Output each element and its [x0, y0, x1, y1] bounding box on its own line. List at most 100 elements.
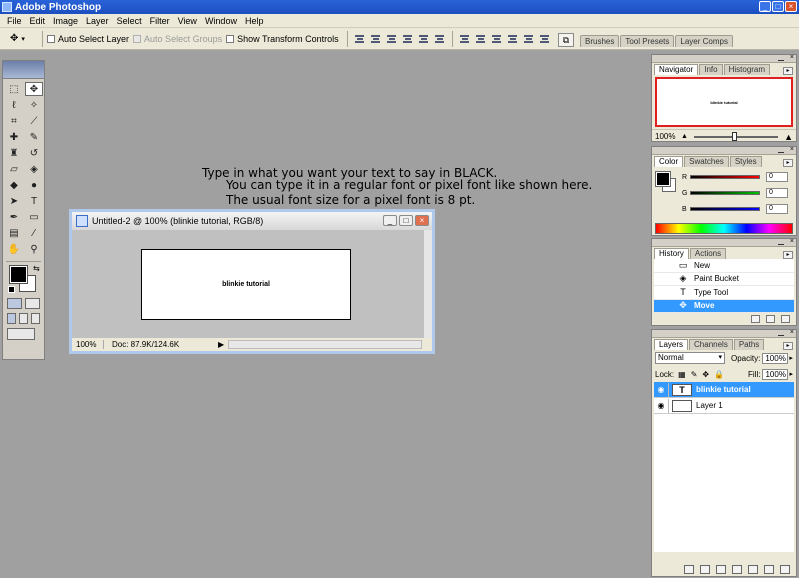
history-brush-tool-icon[interactable]: ↺ [25, 146, 43, 160]
fill-field[interactable]: 100% [762, 368, 789, 380]
layer-style-icon[interactable] [700, 565, 710, 574]
clone-stamp-tool-icon[interactable]: ♜ [5, 146, 23, 160]
align-top-edges-icon[interactable] [354, 33, 366, 45]
new-snapshot-icon[interactable] [766, 314, 775, 323]
swap-colors-icon[interactable]: ⇆ [33, 264, 40, 273]
doc-minimize-button[interactable]: _ [383, 215, 397, 226]
red-channel-slider[interactable] [690, 175, 760, 179]
tab-actions[interactable]: Actions [689, 248, 727, 259]
lock-all-icon[interactable]: 🔒 [714, 370, 724, 379]
tab-swatches[interactable]: Swatches [684, 156, 729, 167]
eye-icon[interactable]: ◉ [654, 385, 668, 394]
trash-icon[interactable] [781, 314, 790, 323]
align-bottom-edges-icon[interactable] [386, 33, 398, 45]
green-channel-value[interactable]: 0 [766, 188, 788, 198]
history-item-new[interactable]: ▭ New [654, 259, 794, 273]
blur-tool-icon[interactable]: ◆ [5, 178, 23, 192]
tab-color[interactable]: Color [654, 156, 684, 167]
standard-screen-mode-icon[interactable] [7, 313, 16, 324]
file-browser-icon[interactable]: ⧉ [558, 33, 574, 47]
palette-close-icon[interactable]: × [790, 54, 794, 61]
tab-channels[interactable]: Channels [689, 339, 733, 350]
healing-brush-tool-icon[interactable]: ✚ [5, 130, 23, 144]
tab-layers[interactable]: Layers [654, 339, 689, 350]
palette-menu-icon[interactable]: ▸ [783, 251, 793, 259]
slider-thumb[interactable] [731, 131, 737, 141]
layer-row-layer-1[interactable]: ◉ Layer 1 [654, 398, 794, 414]
doc-close-button[interactable]: × [415, 215, 429, 226]
palette-close-icon[interactable]: × [790, 146, 794, 153]
crop-tool-icon[interactable]: ⌗ [5, 114, 23, 128]
menu-view[interactable]: View [174, 16, 201, 26]
lock-position-icon[interactable]: ✥ [702, 370, 709, 379]
opacity-field[interactable]: 100% [762, 352, 789, 364]
tab-history[interactable]: History [654, 248, 689, 259]
dodge-tool-icon[interactable]: ● [25, 178, 43, 192]
new-group-icon[interactable] [748, 565, 758, 574]
green-channel-slider[interactable] [690, 191, 760, 195]
palette-header[interactable]: × [652, 238, 796, 247]
distribute-top-icon[interactable] [459, 33, 471, 45]
palette-minimize-icon[interactable] [778, 240, 784, 245]
path-selection-tool-icon[interactable]: ➤ [5, 194, 23, 208]
auto-select-groups-checkbox[interactable]: Auto Select Groups [133, 34, 222, 44]
palette-minimize-icon[interactable] [778, 56, 784, 61]
lock-image-icon[interactable]: ✎ [691, 370, 698, 379]
maximize-button[interactable]: □ [772, 1, 784, 12]
palette-menu-icon[interactable]: ▸ [783, 342, 793, 350]
history-item-type-tool[interactable]: T Type Tool [654, 286, 794, 300]
palette-header[interactable]: × [652, 146, 796, 155]
zoom-out-icon[interactable]: ▲ [681, 133, 688, 140]
tab-styles[interactable]: Styles [729, 156, 762, 167]
menu-filter[interactable]: Filter [146, 16, 174, 26]
tab-navigator[interactable]: Navigator [654, 64, 699, 75]
align-vertical-centers-icon[interactable] [370, 33, 382, 45]
tool-preset-picker[interactable]: ✥ ▾ [10, 30, 38, 48]
palette-menu-icon[interactable]: ▸ [783, 159, 793, 167]
palette-menu-icon[interactable]: ▸ [783, 67, 793, 75]
feather-logo-icon[interactable] [3, 61, 44, 79]
history-item-paint-bucket[interactable]: ◈ Paint Bucket [654, 273, 794, 286]
palette-header[interactable]: × [652, 54, 796, 63]
pen-tool-icon[interactable]: ✒ [5, 210, 23, 224]
tab-paths[interactable]: Paths [733, 339, 765, 350]
navigator-preview[interactable]: blinkie tutorial [655, 77, 793, 127]
distribute-bottom-icon[interactable] [491, 33, 503, 45]
vertical-scrollbar[interactable] [424, 230, 432, 340]
marquee-tool-icon[interactable]: ⬚ [5, 82, 23, 96]
palette-close-icon[interactable]: × [790, 238, 794, 245]
zoom-tool-icon[interactable]: ⚲ [25, 242, 43, 256]
align-horizontal-centers-icon[interactable] [418, 33, 430, 45]
slice-tool-icon[interactable]: ⟋ [25, 114, 43, 128]
history-item-move[interactable]: ✥ Move [654, 299, 794, 313]
palette-header[interactable]: × [652, 329, 796, 338]
auto-select-layer-checkbox[interactable]: Auto Select Layer [47, 34, 129, 44]
blue-channel-value[interactable]: 0 [766, 204, 788, 214]
palette-minimize-icon[interactable] [778, 148, 784, 153]
standard-mode-icon[interactable] [7, 298, 22, 309]
color-spectrum-bar[interactable] [655, 223, 793, 234]
chevron-right-icon[interactable]: ▸ [789, 354, 793, 362]
distribute-horizontal-centers-icon[interactable] [523, 33, 535, 45]
minimize-button[interactable]: _ [759, 1, 771, 12]
menu-file[interactable]: File [3, 16, 26, 26]
well-tab-tool-presets[interactable]: Tool Presets [620, 35, 675, 47]
align-left-edges-icon[interactable] [402, 33, 414, 45]
status-menu-arrow-icon[interactable]: ▶ [218, 340, 224, 349]
chevron-right-icon[interactable]: ▸ [789, 370, 793, 378]
foreground-color-swatch[interactable] [9, 265, 28, 284]
blue-channel-slider[interactable] [690, 207, 760, 211]
menu-edit[interactable]: Edit [26, 16, 50, 26]
palette-close-icon[interactable]: × [790, 329, 794, 336]
distribute-left-icon[interactable] [507, 33, 519, 45]
zoom-in-icon[interactable]: ▲ [784, 132, 793, 142]
imageready-icon[interactable] [7, 328, 35, 340]
brush-tool-icon[interactable]: ✎ [25, 130, 43, 144]
show-transform-controls-checkbox[interactable]: Show Transform Controls [226, 34, 339, 44]
tab-info[interactable]: Info [699, 64, 723, 75]
eraser-tool-icon[interactable]: ▱ [5, 162, 23, 176]
palette-minimize-icon[interactable] [778, 331, 784, 336]
magic-wand-tool-icon[interactable]: ✧ [25, 98, 43, 112]
distribute-right-icon[interactable] [539, 33, 551, 45]
doc-zoom-field[interactable]: 100% [72, 340, 104, 349]
